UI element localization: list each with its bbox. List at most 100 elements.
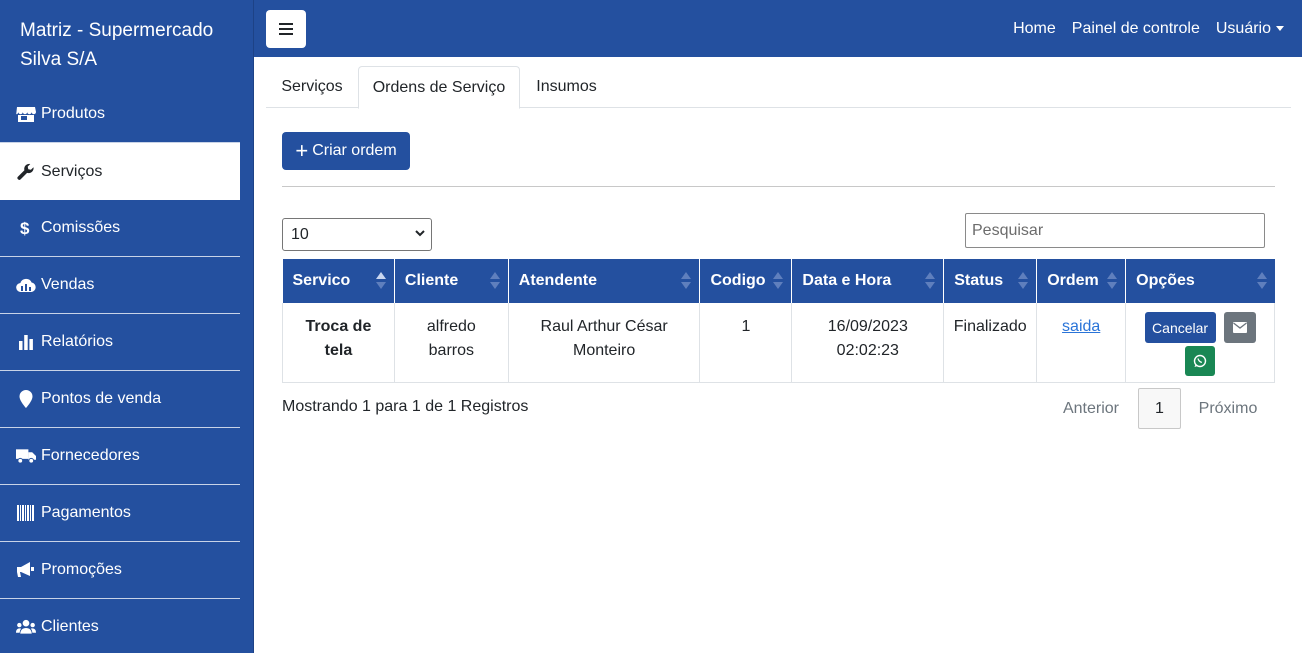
sort-icon — [773, 272, 784, 290]
col-servico[interactable]: Servico — [282, 259, 395, 303]
sidebar-item-relatorios[interactable]: Relatórios — [0, 314, 240, 371]
top-navbar: Home Painel de controle Usuário — [254, 0, 1302, 57]
cell-servico: Troca de tela — [282, 303, 395, 383]
col-label: Codigo — [710, 272, 766, 289]
sidebar-item-label: Relatórios — [41, 333, 114, 350]
usuario-label: Usuário — [1215, 19, 1271, 37]
sidebar: Matriz - Supermercado Silva S/A Produtos… — [0, 0, 254, 653]
sidebar-item-label: Pagamentos — [41, 504, 131, 521]
sidebar-item-label: Comissões — [41, 219, 121, 236]
search-input[interactable] — [965, 213, 1265, 248]
nav-home-link[interactable]: Home — [1013, 20, 1056, 38]
col-label: Atendente — [518, 272, 597, 289]
tab-ordens-de-servico[interactable]: Ordens de Serviço — [358, 66, 520, 109]
sort-icon — [925, 272, 936, 290]
col-cliente[interactable]: Cliente — [394, 259, 509, 303]
sidebar-item-servicos[interactable]: Serviços — [0, 143, 240, 200]
top-nav-links: Home Painel de controle Usuário — [1013, 0, 1284, 57]
options-group: Cancelar — [1134, 312, 1266, 376]
tab-insumos[interactable]: Insumos — [520, 66, 613, 108]
col-status[interactable]: Status — [943, 259, 1038, 303]
page-number-button[interactable]: 1 — [1138, 388, 1181, 429]
caret-down-icon — [1276, 25, 1284, 31]
sidebar-item-fornecedores[interactable]: Fornecedores — [0, 428, 240, 485]
col-label: Servico — [292, 272, 351, 289]
sidebar-item-clientes[interactable]: Clientes — [0, 599, 240, 653]
cell-status: Finalizado — [943, 303, 1038, 383]
sidebar-item-pagamentos[interactable]: Pagamentos — [0, 485, 240, 542]
sidebar-item-label: Promoções — [41, 561, 122, 578]
sidebar-item-produtos[interactable]: Produtos — [0, 86, 240, 143]
sidebar-item-vendas[interactable]: Vendas — [0, 257, 240, 314]
sort-icon — [681, 272, 692, 290]
sort-icon — [1256, 272, 1267, 290]
create-order-label: Criar ordem — [312, 142, 397, 159]
nav-painel-link[interactable]: Painel de controle — [1072, 20, 1200, 38]
sidebar-toggle-button[interactable] — [266, 10, 306, 48]
ordem-link[interactable]: saida — [1062, 318, 1100, 335]
cell-atendente: Raul Arthur César Monteiro — [508, 303, 701, 383]
col-ordem[interactable]: Ordem — [1036, 259, 1127, 303]
envelope-icon — [1232, 322, 1247, 333]
col-label: Opções — [1136, 272, 1195, 289]
col-opcoes[interactable]: Opções — [1125, 259, 1275, 303]
tab-servicos[interactable]: Serviços — [266, 66, 358, 108]
svg-text:$: $ — [20, 219, 30, 237]
email-button[interactable] — [1223, 312, 1256, 343]
sidebar-item-comissoes[interactable]: $ Comissões — [0, 200, 240, 257]
col-data-hora[interactable]: Data e Hora — [791, 259, 945, 303]
col-label: Ordem — [1047, 272, 1099, 289]
sidebar-item-label: Serviços — [41, 162, 103, 180]
sidebar-item-label: Clientes — [41, 618, 99, 635]
hamburger-icon — [279, 23, 293, 35]
bar-chart-icon — [16, 333, 36, 351]
whatsapp-button[interactable] — [1185, 346, 1216, 376]
cloud-icon — [16, 276, 36, 294]
cell-opcoes: Cancelar — [1125, 303, 1275, 383]
megaphone-icon — [16, 561, 36, 579]
wrench-icon — [16, 163, 36, 181]
page-size-select[interactable]: 10 — [282, 218, 432, 251]
plus-icon: + — [295, 138, 309, 163]
sidebar-item-label: Produtos — [41, 105, 106, 122]
sidebar-item-pontos-de-venda[interactable]: Pontos de venda — [0, 371, 240, 428]
col-label: Cliente — [404, 272, 459, 289]
dollar-icon: $ — [16, 219, 36, 237]
page-size-value: 10 — [291, 225, 309, 243]
sidebar-item-promocoes[interactable]: Promoções — [0, 542, 240, 599]
records-info: Mostrando 1 para 1 de 1 Registros — [282, 398, 529, 415]
cell-ordem: saida — [1036, 303, 1127, 383]
sidebar-item-label: Fornecedores — [41, 447, 140, 464]
cell-cliente: alfredo barros — [394, 303, 509, 383]
sort-icon — [1018, 272, 1029, 290]
barcode-icon — [16, 504, 36, 522]
users-icon — [16, 618, 36, 636]
sidebar-item-label: Vendas — [41, 276, 95, 293]
map-marker-icon — [16, 390, 36, 408]
col-label: Data e Hora — [802, 272, 892, 289]
whatsapp-icon — [1193, 354, 1207, 368]
table-row: Troca de tela alfredo barros Raul Arthur… — [282, 303, 1275, 383]
orders-table: Servico Cliente Atendente Codigo Data e … — [282, 259, 1275, 383]
cancel-button[interactable]: Cancelar — [1144, 312, 1216, 343]
table-header-row: Servico Cliente Atendente Codigo Data e … — [282, 259, 1275, 303]
sort-icon — [375, 272, 386, 290]
nav-usuario-dropdown[interactable]: Usuário — [1216, 20, 1284, 38]
chevron-down-icon — [415, 230, 425, 237]
create-order-button[interactable]: + Criar ordem — [282, 132, 410, 170]
divider — [282, 186, 1275, 187]
sidebar-item-label: Pontos de venda — [41, 390, 162, 407]
truck-icon — [16, 447, 36, 465]
sort-icon — [1107, 272, 1118, 290]
pagination: Anterior 1 Próximo — [1046, 388, 1275, 429]
cell-codigo: 1 — [699, 303, 793, 383]
sort-icon — [489, 272, 500, 290]
col-atendente[interactable]: Atendente — [508, 259, 701, 303]
col-label: Status — [954, 272, 1004, 289]
store-icon — [16, 105, 36, 123]
tab-bar: Serviços Ordens de Serviço Insumos — [266, 66, 1291, 109]
col-codigo[interactable]: Codigo — [699, 259, 793, 303]
cell-data-hora: 16/09/2023 02:02:23 — [791, 303, 945, 383]
prev-page-button[interactable]: Anterior — [1046, 400, 1136, 418]
next-page-button[interactable]: Próximo — [1181, 400, 1275, 418]
